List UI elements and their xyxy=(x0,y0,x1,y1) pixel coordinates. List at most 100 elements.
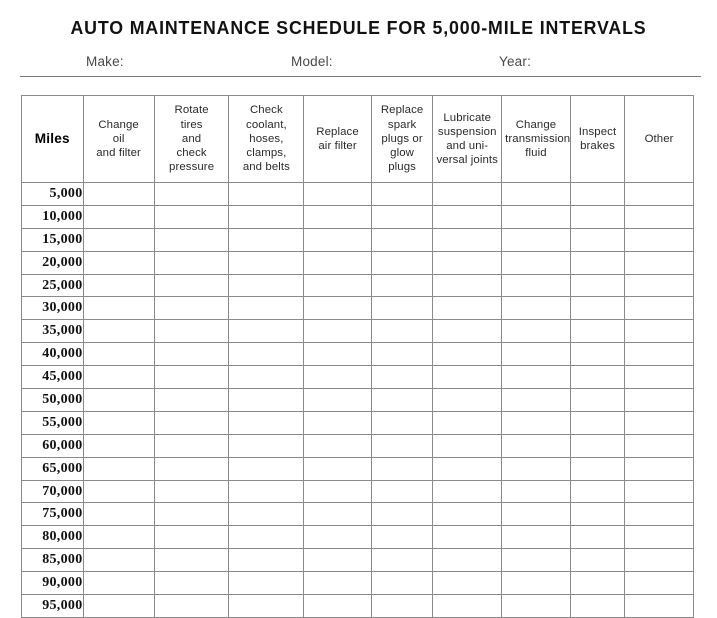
make-field-label[interactable]: Make: xyxy=(86,54,124,69)
checkoff-cell[interactable] xyxy=(228,571,305,596)
checkoff-cell[interactable] xyxy=(370,365,434,390)
checkoff-cell[interactable] xyxy=(228,548,305,573)
checkoff-cell[interactable] xyxy=(228,296,305,321)
checkoff-cell[interactable] xyxy=(303,571,372,596)
checkoff-cell[interactable] xyxy=(432,502,503,527)
checkoff-cell[interactable] xyxy=(82,296,155,321)
checkoff-cell[interactable] xyxy=(303,319,372,344)
checkoff-cell[interactable] xyxy=(82,594,155,618)
checkoff-cell[interactable] xyxy=(432,319,503,344)
checkoff-cell[interactable] xyxy=(303,204,372,229)
checkoff-cell[interactable] xyxy=(432,365,503,390)
checkoff-cell[interactable] xyxy=(569,273,626,298)
checkoff-cell[interactable] xyxy=(569,204,626,229)
checkoff-cell[interactable] xyxy=(228,594,305,618)
checkoff-cell[interactable] xyxy=(82,365,155,390)
checkoff-cell[interactable] xyxy=(624,548,694,573)
checkoff-cell[interactable] xyxy=(624,410,694,435)
checkoff-cell[interactable] xyxy=(153,296,230,321)
checkoff-cell[interactable] xyxy=(303,250,372,275)
checkoff-cell[interactable] xyxy=(569,479,626,504)
checkoff-cell[interactable] xyxy=(228,365,305,390)
checkoff-cell[interactable] xyxy=(82,227,155,252)
checkoff-cell[interactable] xyxy=(153,388,230,412)
checkoff-cell[interactable] xyxy=(432,456,503,481)
checkoff-cell[interactable] xyxy=(432,548,503,573)
checkoff-cell[interactable] xyxy=(82,250,155,275)
checkoff-cell[interactable] xyxy=(228,273,305,298)
checkoff-cell[interactable] xyxy=(153,250,230,275)
checkoff-cell[interactable] xyxy=(501,296,571,321)
checkoff-cell[interactable] xyxy=(82,388,155,412)
checkoff-cell[interactable] xyxy=(303,273,372,298)
checkoff-cell[interactable] xyxy=(569,227,626,252)
checkoff-cell[interactable] xyxy=(501,342,571,367)
checkoff-cell[interactable] xyxy=(228,410,305,435)
checkoff-cell[interactable] xyxy=(303,479,372,504)
checkoff-cell[interactable] xyxy=(432,571,503,596)
checkoff-cell[interactable] xyxy=(569,456,626,481)
checkoff-cell[interactable] xyxy=(432,296,503,321)
checkoff-cell[interactable] xyxy=(569,594,626,618)
checkoff-cell[interactable] xyxy=(569,296,626,321)
checkoff-cell[interactable] xyxy=(624,204,694,229)
checkoff-cell[interactable] xyxy=(501,433,571,458)
checkoff-cell[interactable] xyxy=(501,410,571,435)
checkoff-cell[interactable] xyxy=(370,410,434,435)
checkoff-cell[interactable] xyxy=(432,227,503,252)
checkoff-cell[interactable] xyxy=(624,388,694,412)
checkoff-cell[interactable] xyxy=(370,433,434,458)
checkoff-cell[interactable] xyxy=(303,410,372,435)
checkoff-cell[interactable] xyxy=(82,433,155,458)
checkoff-cell[interactable] xyxy=(303,502,372,527)
checkoff-cell[interactable] xyxy=(432,182,503,206)
checkoff-cell[interactable] xyxy=(82,342,155,367)
checkoff-cell[interactable] xyxy=(370,182,434,206)
checkoff-cell[interactable] xyxy=(228,319,305,344)
checkoff-cell[interactable] xyxy=(153,342,230,367)
checkoff-cell[interactable] xyxy=(370,342,434,367)
checkoff-cell[interactable] xyxy=(303,296,372,321)
checkoff-cell[interactable] xyxy=(370,479,434,504)
checkoff-cell[interactable] xyxy=(153,410,230,435)
checkoff-cell[interactable] xyxy=(501,388,571,412)
checkoff-cell[interactable] xyxy=(624,525,694,550)
checkoff-cell[interactable] xyxy=(82,525,155,550)
checkoff-cell[interactable] xyxy=(370,204,434,229)
checkoff-cell[interactable] xyxy=(501,182,571,206)
checkoff-cell[interactable] xyxy=(82,571,155,596)
checkoff-cell[interactable] xyxy=(501,594,571,618)
checkoff-cell[interactable] xyxy=(569,502,626,527)
checkoff-cell[interactable] xyxy=(82,182,155,206)
checkoff-cell[interactable] xyxy=(569,571,626,596)
checkoff-cell[interactable] xyxy=(501,525,571,550)
checkoff-cell[interactable] xyxy=(370,548,434,573)
checkoff-cell[interactable] xyxy=(82,502,155,527)
checkoff-cell[interactable] xyxy=(432,410,503,435)
checkoff-cell[interactable] xyxy=(624,479,694,504)
checkoff-cell[interactable] xyxy=(303,456,372,481)
checkoff-cell[interactable] xyxy=(153,571,230,596)
checkoff-cell[interactable] xyxy=(153,319,230,344)
checkoff-cell[interactable] xyxy=(432,479,503,504)
checkoff-cell[interactable] xyxy=(501,502,571,527)
checkoff-cell[interactable] xyxy=(153,227,230,252)
checkoff-cell[interactable] xyxy=(569,525,626,550)
checkoff-cell[interactable] xyxy=(569,388,626,412)
checkoff-cell[interactable] xyxy=(624,456,694,481)
checkoff-cell[interactable] xyxy=(624,319,694,344)
checkoff-cell[interactable] xyxy=(569,410,626,435)
checkoff-cell[interactable] xyxy=(153,182,230,206)
checkoff-cell[interactable] xyxy=(624,273,694,298)
checkoff-cell[interactable] xyxy=(569,342,626,367)
checkoff-cell[interactable] xyxy=(370,525,434,550)
checkoff-cell[interactable] xyxy=(303,388,372,412)
checkoff-cell[interactable] xyxy=(624,433,694,458)
checkoff-cell[interactable] xyxy=(501,227,571,252)
checkoff-cell[interactable] xyxy=(82,410,155,435)
checkoff-cell[interactable] xyxy=(228,342,305,367)
checkoff-cell[interactable] xyxy=(153,204,230,229)
checkoff-cell[interactable] xyxy=(370,319,434,344)
checkoff-cell[interactable] xyxy=(153,548,230,573)
checkoff-cell[interactable] xyxy=(153,594,230,618)
